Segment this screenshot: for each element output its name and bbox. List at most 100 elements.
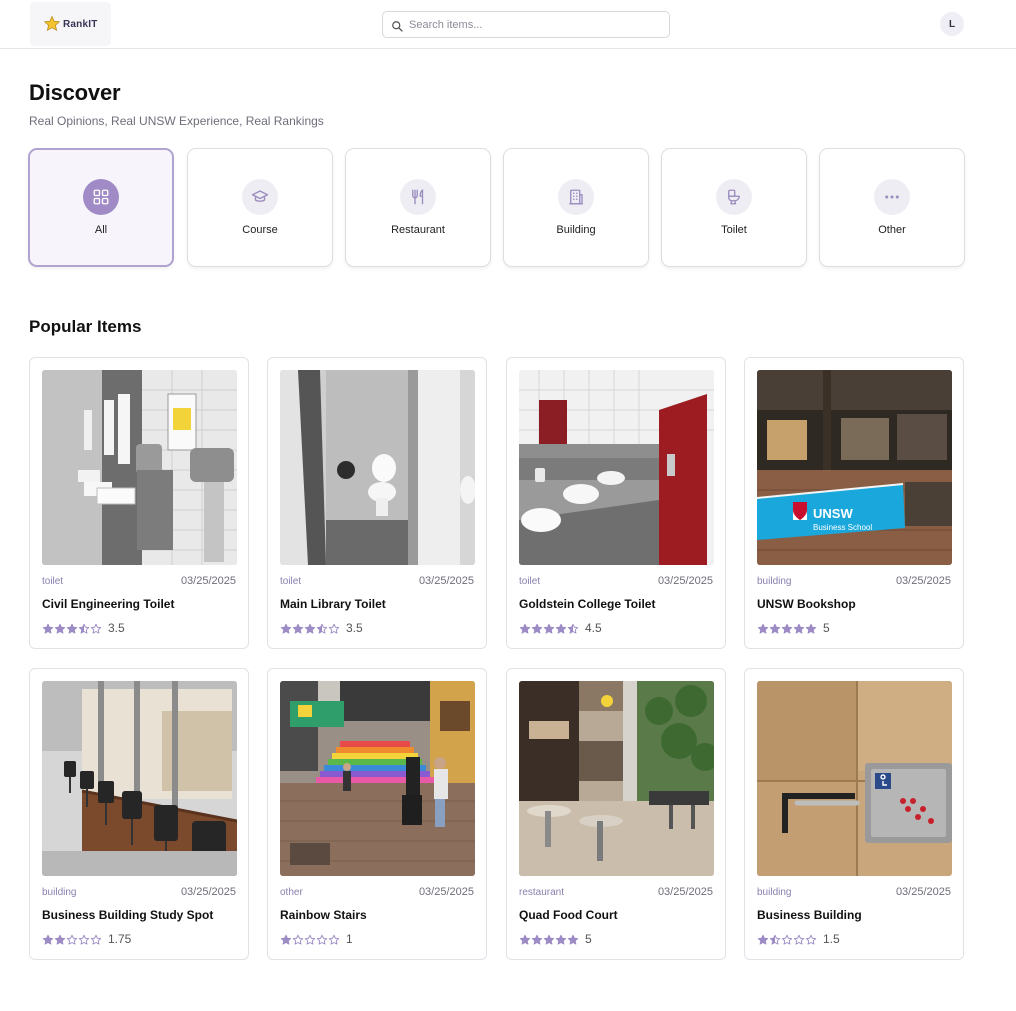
rating-value: 3.5 — [108, 621, 125, 635]
item-date: 03/25/2025 — [180, 575, 236, 587]
item-title: Business Building — [757, 908, 862, 922]
item-card[interactable]: toilet 03/25/2025 Goldstein College Toil… — [506, 357, 726, 649]
item-rating: 1 — [280, 932, 353, 946]
star-full-icon — [769, 622, 781, 634]
item-category: restaurant — [519, 887, 565, 898]
item-category: building — [757, 576, 792, 587]
rating-stars — [519, 933, 579, 945]
search-input[interactable] — [409, 18, 649, 31]
top-nav: RankIT L — [0, 0, 1016, 49]
star-full-icon — [54, 622, 66, 634]
item-rating: 3.5 — [42, 621, 125, 635]
item-date: 03/25/2025 — [657, 575, 713, 587]
rating-value: 5 — [585, 932, 592, 946]
star-full-icon — [793, 622, 805, 634]
item-photo — [280, 370, 475, 565]
search-bar[interactable] — [382, 11, 670, 38]
rating-stars — [42, 933, 102, 945]
item-title: Business Building Study Spot — [42, 908, 214, 922]
item-photo — [280, 681, 475, 876]
star-full-icon — [280, 622, 292, 634]
item-card[interactable]: building 03/25/2025 Business Building St… — [29, 668, 249, 960]
star-empty-icon — [66, 933, 78, 945]
building-icon — [558, 179, 594, 215]
star-full-icon — [519, 933, 531, 945]
category-course[interactable]: Course — [187, 148, 333, 267]
item-category: toilet — [519, 576, 541, 587]
item-card[interactable]: toilet 03/25/2025 Civil Engineering Toil… — [29, 357, 249, 649]
item-card[interactable]: other 03/25/2025 Rainbow Stairs 1 — [267, 668, 487, 960]
item-card[interactable]: UNSW Business School building 03/25/2025… — [744, 357, 964, 649]
star-empty-icon — [78, 933, 90, 945]
rating-value: 1 — [346, 932, 353, 946]
star-logo-icon — [43, 15, 61, 33]
item-rating: 4.5 — [519, 621, 602, 635]
utensils-icon — [400, 179, 436, 215]
star-full-icon — [555, 933, 567, 945]
item-category: toilet — [280, 576, 302, 587]
item-title: Goldstein College Toilet — [519, 597, 656, 611]
rating-value: 5 — [823, 621, 830, 635]
item-title: Main Library Toilet — [280, 597, 386, 611]
category-restaurant[interactable]: Restaurant — [345, 148, 491, 267]
star-full-icon — [757, 933, 769, 945]
item-date: 03/25/2025 — [180, 886, 236, 898]
sign-text: UNSW — [813, 506, 853, 521]
item-card[interactable]: restaurant 03/25/2025 Quad Food Court 5 — [506, 668, 726, 960]
rating-value: 1.5 — [823, 932, 840, 946]
item-rating: 5 — [757, 621, 830, 635]
item-photo — [42, 370, 237, 565]
star-full-icon — [42, 622, 54, 634]
item-rating: 3.5 — [280, 621, 363, 635]
item-photo — [757, 681, 952, 876]
category-label: Toilet — [721, 224, 747, 236]
star-full-icon — [543, 622, 555, 634]
page-subtitle: Real Opinions, Real UNSW Experience, Rea… — [29, 114, 324, 128]
rating-stars — [42, 622, 102, 634]
star-empty-icon — [328, 622, 340, 634]
item-rating: 1.5 — [757, 932, 840, 946]
logo[interactable]: RankIT — [30, 2, 111, 46]
rating-stars — [757, 933, 817, 945]
category-building[interactable]: Building — [503, 148, 649, 267]
item-card[interactable]: toilet 03/25/2025 Main Library Toilet 3.… — [267, 357, 487, 649]
category-all[interactable]: All — [28, 148, 174, 267]
star-full-icon — [66, 622, 78, 634]
star-half-icon — [567, 622, 579, 634]
item-date: 03/25/2025 — [418, 886, 474, 898]
item-date: 03/25/2025 — [895, 886, 951, 898]
item-rating: 1.75 — [42, 932, 131, 946]
item-title: Rainbow Stairs — [280, 908, 367, 922]
category-label: Course — [242, 224, 278, 236]
star-full-icon — [280, 933, 292, 945]
section-title: Popular Items — [29, 317, 142, 336]
star-empty-icon — [292, 933, 304, 945]
item-card[interactable]: building 03/25/2025 Business Building 1.… — [744, 668, 964, 960]
star-empty-icon — [781, 933, 793, 945]
avatar[interactable]: L — [940, 12, 964, 36]
star-full-icon — [567, 933, 579, 945]
rating-value: 4.5 — [585, 621, 602, 635]
item-photo — [519, 681, 714, 876]
category-other[interactable]: Other — [819, 148, 965, 267]
item-category: building — [757, 887, 792, 898]
item-photo — [42, 681, 237, 876]
star-full-icon — [805, 622, 817, 634]
rating-stars — [280, 622, 340, 634]
item-title: Civil Engineering Toilet — [42, 597, 175, 611]
item-rating: 5 — [519, 932, 592, 946]
item-category: building — [42, 887, 77, 898]
star-full-icon — [757, 622, 769, 634]
graduation-cap-icon — [242, 179, 278, 215]
rating-stars — [519, 622, 579, 634]
star-full-icon — [519, 622, 531, 634]
star-empty-icon — [316, 933, 328, 945]
category-toilet[interactable]: Toilet — [661, 148, 807, 267]
star-empty-icon — [90, 933, 102, 945]
sign-subtext: Business School — [813, 523, 872, 532]
star-half-icon — [78, 622, 90, 634]
category-label: Building — [556, 224, 596, 236]
star-empty-icon — [793, 933, 805, 945]
category-label: Other — [878, 224, 906, 236]
star-empty-icon — [805, 933, 817, 945]
